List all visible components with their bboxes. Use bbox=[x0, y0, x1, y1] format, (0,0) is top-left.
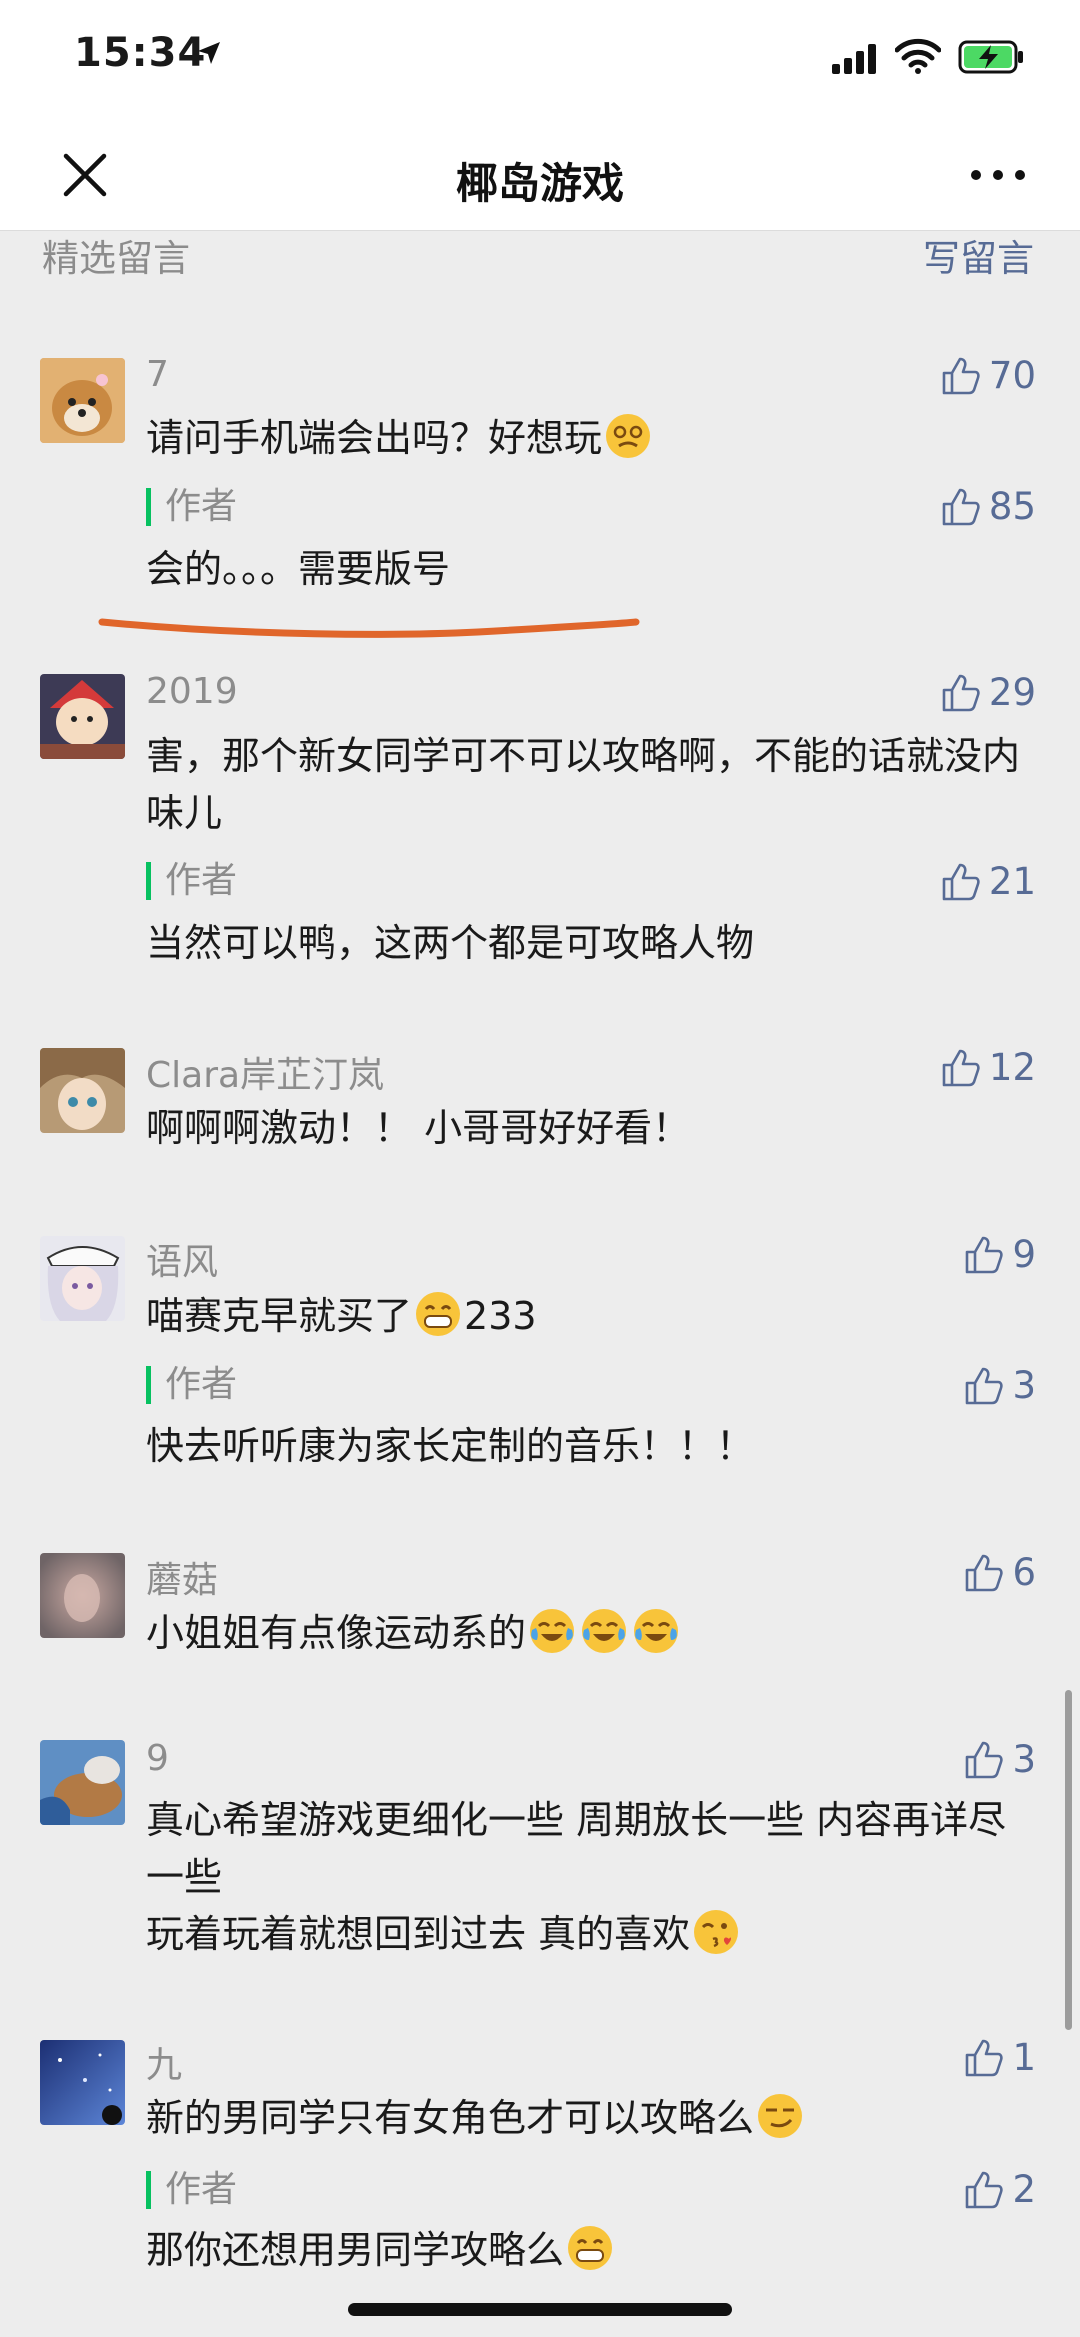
comment-text: 喵赛克早就买了 233 bbox=[146, 1288, 1036, 1345]
comment-nickname: 九 bbox=[146, 2045, 183, 2086]
hand-drawn-underline bbox=[98, 618, 640, 638]
status-time: 15:34 bbox=[74, 30, 207, 76]
comment-text-content: 新的男同学只有女角色才可以攻略么 bbox=[146, 2096, 755, 2140]
thumbs-up-icon bbox=[966, 1236, 1004, 1273]
thumbs-up-icon bbox=[966, 1554, 1004, 1591]
thumbs-up-icon bbox=[942, 674, 980, 711]
crying-laughing-emoji-icon bbox=[582, 1609, 627, 1653]
like-count: 9 bbox=[1012, 1233, 1036, 1276]
featured-comments-title: 精选留言 bbox=[42, 237, 190, 280]
author-reply-tag: 作者 bbox=[146, 488, 237, 526]
author-reply-text: 那你还想用男同学攻略么 bbox=[146, 2222, 1036, 2279]
wifi-icon bbox=[895, 38, 941, 74]
grinning-face-emoji-icon bbox=[568, 2226, 613, 2270]
battery-charging-icon bbox=[958, 40, 1023, 74]
comment-nickname: Clara岸芷汀岚 bbox=[146, 1055, 385, 1096]
comment-nickname: 7 bbox=[146, 354, 169, 395]
comment-text: 啊啊啊激动！！ 小哥哥好好看！ bbox=[146, 1106, 691, 1150]
status-bar: 15:34 bbox=[0, 0, 1080, 120]
like-button[interactable]: 29 bbox=[941, 671, 1036, 714]
write-comment-button[interactable]: 写留言 bbox=[923, 228, 1034, 282]
smirking-face-emoji-icon bbox=[758, 2094, 803, 2138]
crying-laughing-emoji-icon bbox=[634, 1609, 679, 1653]
thumbs-up-icon bbox=[966, 1367, 1004, 1404]
crying-laughing-emoji-icon bbox=[530, 1609, 575, 1653]
author-reply-text: 当然可以鸭，这两个都是可攻略人物 bbox=[146, 921, 755, 965]
grinning-face-emoji-icon bbox=[416, 1292, 461, 1336]
reply-like-button[interactable]: 85 bbox=[941, 485, 1036, 528]
author-reply-tag: 作者 bbox=[146, 862, 237, 900]
thumbs-up-icon bbox=[942, 863, 980, 900]
comment-text-suffix: 233 bbox=[464, 1294, 537, 1338]
comment-text-content: 喵赛克早就买了 bbox=[146, 1294, 413, 1338]
comment-text-content: 玩着玩着就想回到过去 真的喜欢 bbox=[146, 1912, 691, 1956]
avatar[interactable] bbox=[40, 2040, 125, 2125]
comment-text-content: 小姐姐有点像运动系的 bbox=[146, 1611, 527, 1655]
home-indicator[interactable] bbox=[348, 2303, 732, 2316]
comment-text: 新的男同学只有女角色才可以攻略么 bbox=[146, 2090, 1036, 2147]
author-reply-tag: 作者 bbox=[146, 2171, 237, 2209]
face-blowing-kiss-emoji-icon bbox=[694, 1910, 739, 1954]
like-button[interactable]: 70 bbox=[941, 354, 1036, 397]
author-reply-tag: 作者 bbox=[146, 1366, 237, 1404]
comment-text-content: 那你还想用男同学攻略么 bbox=[146, 2228, 565, 2272]
thumbs-up-icon bbox=[942, 1049, 980, 1086]
thumbs-up-icon bbox=[942, 357, 980, 394]
like-button[interactable]: 3 bbox=[964, 1738, 1036, 1781]
avatar[interactable] bbox=[40, 1048, 125, 1133]
scrollbar[interactable] bbox=[1065, 1690, 1072, 2030]
author-reply-text: 会的。。。需要版号 bbox=[146, 547, 451, 591]
thumbs-up-icon bbox=[966, 1741, 1004, 1778]
like-button[interactable]: 1 bbox=[964, 2036, 1036, 2079]
comment-text: 害，那个新女同学可不可以攻略啊，不能的话就没内味儿 bbox=[146, 734, 1021, 835]
comment-text: 请问手机端会出吗？好想玩 bbox=[146, 410, 1036, 467]
comment-nickname: 蘑菇 bbox=[146, 1560, 219, 1601]
woozy-face-emoji-icon bbox=[606, 414, 651, 458]
page-title: 椰岛游戏 bbox=[455, 159, 624, 208]
more-options-icon[interactable] bbox=[968, 160, 1028, 190]
like-count: 29 bbox=[988, 671, 1036, 714]
reply-like-button[interactable]: 3 bbox=[964, 1364, 1036, 1407]
comment-nickname: 2019 bbox=[146, 671, 238, 712]
comment-text-content: 请问手机端会出吗？好想玩 bbox=[146, 416, 603, 460]
thumbs-up-icon bbox=[966, 2171, 1004, 2208]
like-count: 21 bbox=[988, 860, 1036, 903]
nav-bar: 椰岛游戏 bbox=[0, 120, 1080, 231]
location-arrow-icon bbox=[198, 42, 220, 64]
thumbs-up-icon bbox=[942, 488, 980, 525]
like-count: 12 bbox=[988, 1046, 1036, 1089]
like-button[interactable]: 6 bbox=[964, 1551, 1036, 1594]
avatar[interactable] bbox=[40, 1740, 125, 1825]
reply-like-button[interactable]: 2 bbox=[964, 2168, 1036, 2211]
avatar[interactable] bbox=[40, 1553, 125, 1638]
avatar[interactable] bbox=[40, 674, 125, 759]
like-count: 85 bbox=[988, 485, 1036, 528]
like-count: 70 bbox=[988, 354, 1036, 397]
comment-text-line2: 玩着玩着就想回到过去 真的喜欢 bbox=[146, 1906, 1036, 1963]
author-reply-text: 快去听听康为家长定制的音乐！！！ bbox=[146, 1424, 755, 1468]
cellular-signal-icon bbox=[832, 44, 876, 74]
like-button[interactable]: 12 bbox=[941, 1046, 1036, 1089]
like-count: 3 bbox=[1012, 1738, 1036, 1781]
thumbs-up-icon bbox=[966, 2039, 1004, 2076]
avatar[interactable] bbox=[40, 1236, 125, 1321]
like-count: 3 bbox=[1012, 1364, 1036, 1407]
like-count: 6 bbox=[1012, 1551, 1036, 1594]
like-count: 1 bbox=[1012, 2036, 1036, 2079]
reply-like-button[interactable]: 21 bbox=[941, 860, 1036, 903]
comment-nickname: 9 bbox=[146, 1738, 169, 1779]
comment-nickname: 语风 bbox=[146, 1242, 219, 1283]
like-count: 2 bbox=[1012, 2168, 1036, 2211]
like-button[interactable]: 9 bbox=[964, 1233, 1036, 1276]
avatar[interactable] bbox=[40, 358, 125, 443]
comment-text: 小姐姐有点像运动系的 bbox=[146, 1605, 1036, 1662]
comment-text: 真心希望游戏更细化一些 周期放长一些 内容再详尽一些 bbox=[146, 1798, 1007, 1899]
